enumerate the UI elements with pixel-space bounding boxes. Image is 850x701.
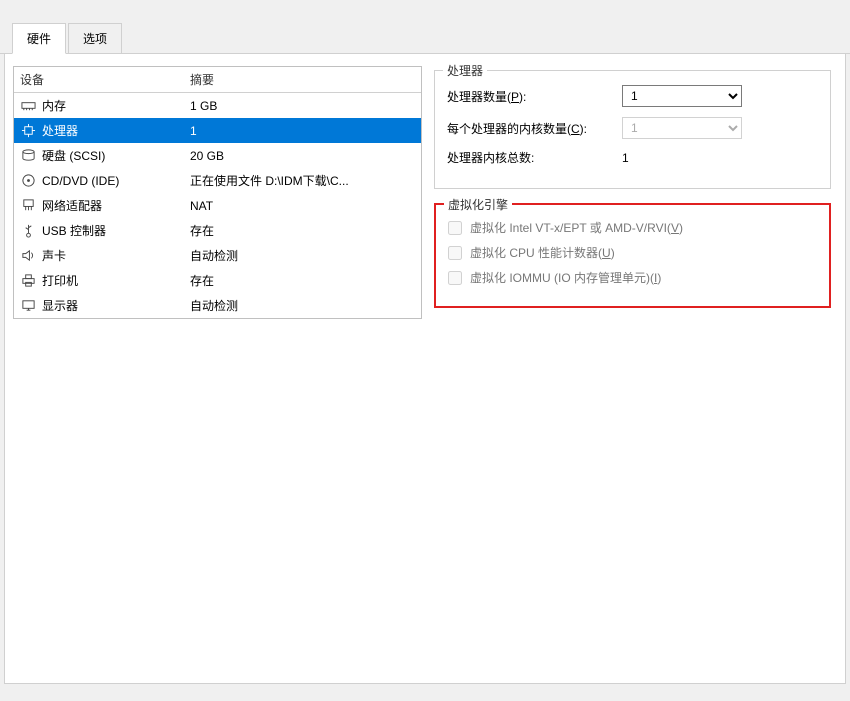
device-row-network[interactable]: 网络适配器 NAT <box>14 193 421 218</box>
device-summary: 1 GB <box>190 97 415 115</box>
device-label: 硬盘 (SCSI) <box>42 147 105 164</box>
tab-hardware[interactable]: 硬件 <box>12 23 66 54</box>
group-title: 处理器 <box>443 62 487 79</box>
device-summary: 自动检测 <box>190 245 415 266</box>
network-icon <box>20 198 36 214</box>
device-row-sound[interactable]: 声卡 自动检测 <box>14 243 421 268</box>
checkbox-perf[interactable] <box>448 246 462 260</box>
device-summary: 存在 <box>190 270 415 291</box>
printer-icon <box>20 273 36 289</box>
device-label: 网络适配器 <box>42 197 102 214</box>
cdrom-icon <box>20 173 36 189</box>
device-label: 内存 <box>42 97 66 114</box>
device-summary: NAT <box>190 197 415 215</box>
cores-per-processor-select[interactable]: 1 <box>622 117 742 139</box>
device-row-disk[interactable]: 硬盘 (SCSI) 20 GB <box>14 143 421 168</box>
processor-count-label: 处理器数量(P): <box>447 88 622 105</box>
total-cores-value: 1 <box>622 151 742 165</box>
cpu-icon <box>20 123 36 139</box>
tab-options[interactable]: 选项 <box>68 23 122 54</box>
device-summary: 存在 <box>190 220 415 241</box>
checkbox-iommu[interactable] <box>448 271 462 285</box>
device-row-display[interactable]: 显示器 自动检测 <box>14 293 421 318</box>
checkbox-vt[interactable] <box>448 221 462 235</box>
group-virtualization: 虚拟化引擎 虚拟化 Intel VT-x/EPT 或 AMD-V/RVI(V) … <box>434 203 831 308</box>
disk-icon <box>20 148 36 164</box>
group-processor: 处理器 处理器数量(P): 1 每个处理器的内核数量(C): 1 处理器内核总数… <box>434 70 831 189</box>
group-title: 虚拟化引擎 <box>444 196 512 213</box>
device-row-memory[interactable]: 内存 1 GB <box>14 93 421 118</box>
device-row-cdrom[interactable]: CD/DVD (IDE) 正在使用文件 D:\IDM下载\C... <box>14 168 421 193</box>
device-table: 设备 摘要 内存 1 GB <box>13 66 422 319</box>
total-cores-label: 处理器内核总数: <box>447 149 622 166</box>
device-label: 打印机 <box>42 272 78 289</box>
device-summary: 1 <box>190 122 415 140</box>
device-row-usb[interactable]: USB 控制器 存在 <box>14 218 421 243</box>
device-table-header: 设备 摘要 <box>14 67 421 93</box>
processor-count-select[interactable]: 1 <box>622 85 742 107</box>
device-row-printer[interactable]: 打印机 存在 <box>14 268 421 293</box>
device-summary: 自动检测 <box>190 295 415 316</box>
column-summary[interactable]: 摘要 <box>184 67 421 92</box>
cores-per-processor-label: 每个处理器的内核数量(C): <box>447 120 622 137</box>
hardware-panel: 设备 摘要 内存 1 GB <box>4 54 846 684</box>
device-row-processor[interactable]: 处理器 1 <box>14 118 421 143</box>
column-device[interactable]: 设备 <box>14 67 184 92</box>
memory-icon <box>20 98 36 114</box>
tabs-bar: 硬件 选项 <box>0 18 850 54</box>
checkbox-vt-label: 虚拟化 Intel VT-x/EPT 或 AMD-V/RVI(V) <box>470 219 683 236</box>
usb-icon <box>20 223 36 239</box>
checkbox-perf-label: 虚拟化 CPU 性能计数器(U) <box>470 244 615 261</box>
device-label: CD/DVD (IDE) <box>42 174 119 188</box>
sound-icon <box>20 248 36 264</box>
device-summary: 正在使用文件 D:\IDM下载\C... <box>190 170 415 191</box>
device-label: 声卡 <box>42 247 66 264</box>
display-icon <box>20 298 36 314</box>
device-label: 处理器 <box>42 122 78 139</box>
device-summary: 20 GB <box>190 147 415 165</box>
device-label: 显示器 <box>42 297 78 314</box>
device-label: USB 控制器 <box>42 222 106 239</box>
checkbox-iommu-label: 虚拟化 IOMMU (IO 内存管理单元)(I) <box>470 269 661 286</box>
